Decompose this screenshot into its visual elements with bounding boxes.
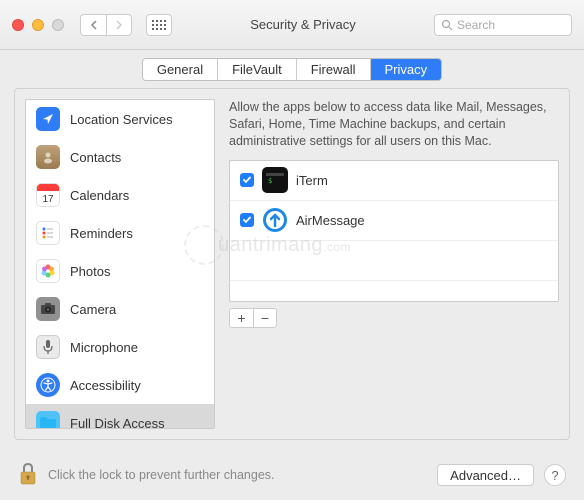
airmessage-icon bbox=[262, 207, 288, 233]
location-icon bbox=[36, 107, 60, 131]
iterm-icon: $ bbox=[262, 167, 288, 193]
permission-description: Allow the apps below to access data like… bbox=[229, 99, 559, 150]
tab-firewall[interactable]: Firewall bbox=[297, 59, 371, 80]
sidebar-item-photos[interactable]: Photos bbox=[26, 252, 214, 290]
camera-icon bbox=[36, 297, 60, 321]
sidebar-item-label: Calendars bbox=[70, 188, 129, 203]
list-empty-row bbox=[230, 241, 558, 281]
add-remove-controls: + − bbox=[229, 308, 559, 328]
sidebar-item-full-disk-access[interactable]: Full Disk Access bbox=[26, 404, 214, 429]
zoom-window-button[interactable] bbox=[52, 19, 64, 31]
checkbox-airmessage[interactable] bbox=[240, 213, 254, 227]
grid-icon bbox=[152, 20, 166, 30]
tab-bar: General FileVault Firewall Privacy bbox=[0, 50, 584, 88]
footer: Click the lock to prevent further change… bbox=[0, 450, 584, 500]
tab-privacy[interactable]: Privacy bbox=[371, 59, 442, 80]
sidebar-item-label: Camera bbox=[70, 302, 116, 317]
sidebar-item-camera[interactable]: Camera bbox=[26, 290, 214, 328]
sidebar-item-label: Location Services bbox=[70, 112, 173, 127]
close-window-button[interactable] bbox=[12, 19, 24, 31]
sidebar-item-label: Microphone bbox=[70, 340, 138, 355]
sidebar-item-contacts[interactable]: Contacts bbox=[26, 138, 214, 176]
microphone-icon bbox=[36, 335, 60, 359]
privacy-sidebar[interactable]: Location Services Contacts 17 Calendars … bbox=[25, 99, 215, 429]
tab-general[interactable]: General bbox=[143, 59, 218, 80]
detail-pane: Allow the apps below to access data like… bbox=[215, 99, 559, 429]
search-placeholder: Search bbox=[457, 18, 495, 32]
nav-buttons bbox=[80, 14, 132, 36]
window-controls bbox=[12, 19, 64, 31]
advanced-button[interactable]: Advanced… bbox=[437, 464, 534, 486]
contacts-icon bbox=[36, 145, 60, 169]
sidebar-item-label: Contacts bbox=[70, 150, 121, 165]
search-input[interactable]: Search bbox=[434, 14, 572, 36]
minimize-window-button[interactable] bbox=[32, 19, 44, 31]
sidebar-item-label: Photos bbox=[70, 264, 110, 279]
calendar-day: 17 bbox=[37, 194, 59, 205]
sidebar-item-accessibility[interactable]: Accessibility bbox=[26, 366, 214, 404]
search-icon bbox=[441, 19, 453, 31]
show-all-button[interactable] bbox=[146, 14, 172, 36]
sidebar-item-label: Reminders bbox=[70, 226, 133, 241]
tab-filevault[interactable]: FileVault bbox=[218, 59, 297, 80]
app-row-iterm[interactable]: $ iTerm bbox=[230, 161, 558, 201]
back-button[interactable] bbox=[80, 14, 106, 36]
app-list: $ iTerm AirMessage bbox=[229, 160, 559, 302]
window-title: Security & Privacy bbox=[180, 17, 426, 32]
sidebar-item-calendars[interactable]: 17 Calendars bbox=[26, 176, 214, 214]
sidebar-item-microphone[interactable]: Microphone bbox=[26, 328, 214, 366]
reminders-icon bbox=[36, 221, 60, 245]
checkbox-iterm[interactable] bbox=[240, 173, 254, 187]
folder-icon bbox=[36, 411, 60, 429]
app-name: iTerm bbox=[296, 173, 328, 188]
accessibility-icon bbox=[36, 373, 60, 397]
list-empty-row bbox=[230, 281, 558, 301]
photos-icon bbox=[36, 259, 60, 283]
lock-icon[interactable] bbox=[18, 462, 38, 489]
svg-text:$: $ bbox=[268, 177, 272, 185]
sidebar-item-reminders[interactable]: Reminders bbox=[26, 214, 214, 252]
content-pane: Location Services Contacts 17 Calendars … bbox=[14, 88, 570, 440]
calendar-icon: 17 bbox=[36, 183, 60, 207]
forward-button[interactable] bbox=[106, 14, 132, 36]
titlebar: Security & Privacy Search bbox=[0, 0, 584, 50]
app-name: AirMessage bbox=[296, 213, 365, 228]
remove-button[interactable]: − bbox=[253, 308, 277, 328]
sidebar-item-label: Accessibility bbox=[70, 378, 141, 393]
app-row-airmessage[interactable]: AirMessage bbox=[230, 201, 558, 241]
add-button[interactable]: + bbox=[229, 308, 253, 328]
lock-text: Click the lock to prevent further change… bbox=[48, 468, 427, 482]
sidebar-item-location[interactable]: Location Services bbox=[26, 100, 214, 138]
help-button[interactable]: ? bbox=[544, 464, 566, 486]
sidebar-item-label: Full Disk Access bbox=[70, 416, 165, 430]
